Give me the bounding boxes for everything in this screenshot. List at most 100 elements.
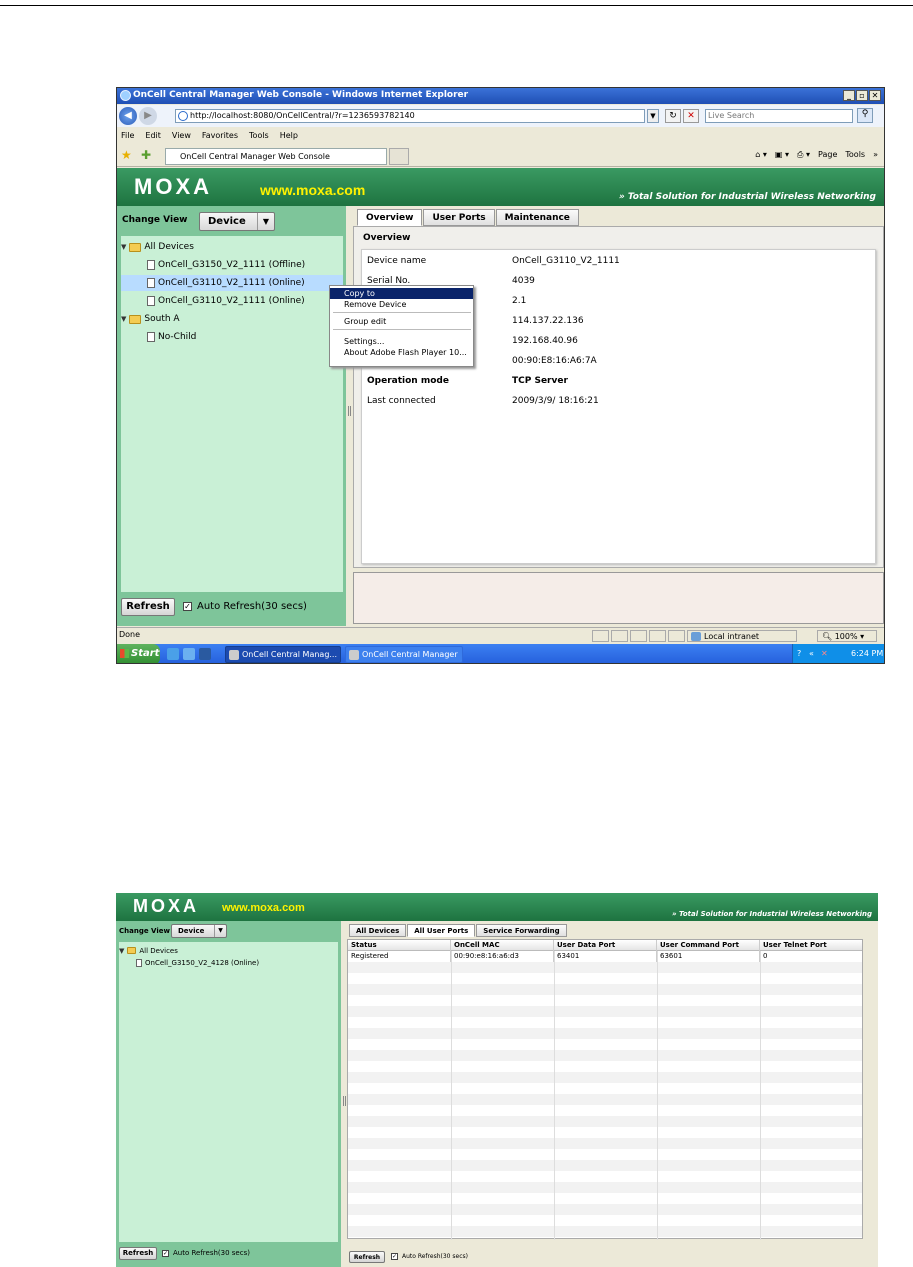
- help-icon[interactable]: ?: [797, 649, 801, 658]
- page-menu[interactable]: Page: [818, 150, 837, 160]
- app-quicklaunch-icon[interactable]: [199, 648, 211, 660]
- tree-folder-south-a[interactable]: ▼ South A: [121, 311, 180, 327]
- column-header-command-port[interactable]: User Command Port: [657, 940, 760, 951]
- column-header-telnet-port[interactable]: User Telnet Port: [760, 940, 864, 951]
- detail-key: Operation mode: [367, 376, 449, 386]
- tab-user-ports[interactable]: User Ports: [423, 209, 495, 226]
- pane-splitter[interactable]: [346, 206, 353, 626]
- tree-folder-all-devices[interactable]: ▼ All Devices: [119, 945, 178, 956]
- feeds-icon[interactable]: ▣ ▾: [775, 150, 789, 160]
- ie-window-screenshot: OnCell Central Manager Web Console - Win…: [116, 87, 885, 664]
- menu-help[interactable]: Help: [280, 131, 298, 144]
- auto-refresh-label: Auto Refresh(30 secs): [402, 1253, 468, 1260]
- chevron-right-icon[interactable]: »: [873, 150, 878, 160]
- zone-indicator: Local intranet: [687, 630, 797, 642]
- expand-icon[interactable]: ▼: [121, 243, 126, 251]
- view-select[interactable]: Device ▼: [199, 212, 275, 231]
- right-pane: All Devices All User Ports Service Forwa…: [347, 921, 878, 1267]
- new-tab-button[interactable]: [389, 148, 409, 165]
- left-pane: Change View Device ▼ ▼ All Devices OnCel…: [116, 921, 341, 1267]
- empty-table-row: [348, 1193, 862, 1204]
- address-dropdown-button[interactable]: ▼: [647, 109, 659, 123]
- refresh-button[interactable]: Refresh: [121, 598, 175, 616]
- tools-menu[interactable]: Tools: [845, 150, 865, 160]
- folder-icon: [129, 242, 142, 252]
- favorites-star-icon[interactable]: ★: [121, 148, 132, 162]
- auto-refresh-checkbox[interactable]: ✓: [162, 1250, 169, 1257]
- empty-table-row: [348, 1149, 862, 1160]
- expand-icon[interactable]: ▼: [119, 947, 124, 955]
- tab-maintenance[interactable]: Maintenance: [495, 209, 579, 226]
- menu-item-about-flash[interactable]: About Adobe Flash Player 10...: [330, 347, 473, 358]
- refresh-button[interactable]: Refresh: [119, 1247, 157, 1260]
- auto-refresh-checkbox[interactable]: ✓: [391, 1253, 398, 1260]
- empty-table-row: [348, 1017, 862, 1028]
- add-favorite-icon[interactable]: ✚: [141, 148, 151, 162]
- device-icon: [147, 296, 155, 306]
- zoom-control[interactable]: 🔍︎ 100% ▾: [817, 630, 877, 642]
- start-button[interactable]: Start: [117, 644, 160, 663]
- address-bar[interactable]: http://localhost:8080/OnCellCentral/?r=1…: [175, 109, 645, 123]
- app-icon: [349, 650, 359, 660]
- overview-panel: Overview Device name OnCell_G3110_V2_111…: [353, 226, 884, 568]
- device-icon: [147, 260, 155, 270]
- close-button[interactable]: ✕: [869, 90, 881, 101]
- table-row[interactable]: Registered 00:90:e8:16:a6:d3 63401 63601…: [348, 951, 862, 962]
- detail-value: 2.1: [512, 296, 527, 306]
- refresh-page-icon[interactable]: ↻: [665, 109, 681, 123]
- tree-item-device[interactable]: OnCell_G3150_V2_4128 (Online): [136, 957, 259, 968]
- back-button[interactable]: ◀: [119, 107, 137, 125]
- tree-folder-all-devices[interactable]: ▼ All Devices: [121, 239, 194, 255]
- column-header-status[interactable]: Status: [348, 940, 451, 951]
- tab-overview[interactable]: Overview: [357, 209, 423, 226]
- tray-expand-icon[interactable]: «: [809, 649, 814, 658]
- zoom-icon: 🔍︎: [822, 632, 833, 641]
- empty-table-row: [348, 1127, 862, 1138]
- tab-all-devices[interactable]: All Devices: [349, 924, 407, 937]
- live-search-input[interactable]: Live Search: [705, 109, 853, 123]
- taskbar-item-active[interactable]: OnCell Central Manag...: [225, 646, 341, 663]
- menu-view[interactable]: View: [172, 131, 191, 144]
- tab-all-user-ports[interactable]: All User Ports: [407, 924, 476, 937]
- refresh-button[interactable]: Refresh: [349, 1251, 385, 1263]
- stop-icon[interactable]: ✕: [683, 109, 699, 123]
- column-header-data-port[interactable]: User Data Port: [554, 940, 657, 951]
- auto-refresh-checkbox[interactable]: ✓: [183, 602, 192, 611]
- status-bar: Done Local intranet 🔍︎ 100% ▾: [117, 627, 884, 643]
- column-header-mac[interactable]: OnCell MAC: [451, 940, 554, 951]
- taskbar-item[interactable]: OnCell Central Manager: [345, 646, 463, 663]
- tree-item-device-selected[interactable]: OnCell_G3110_V2_1111 (Online): [121, 275, 343, 291]
- menu-file[interactable]: File: [121, 131, 134, 144]
- tree-item-device[interactable]: OnCell_G3150_V2_1111 (Offline): [147, 257, 305, 273]
- minimize-button[interactable]: _: [843, 90, 855, 101]
- print-icon[interactable]: ⎙ ▾: [797, 150, 810, 160]
- maximize-button[interactable]: ▫: [856, 90, 868, 101]
- menu-item-copy-to[interactable]: Copy to: [330, 288, 473, 299]
- device-tree: ▼ All Devices OnCell_G3150_V2_1111 (Offl…: [121, 236, 343, 592]
- search-icon[interactable]: ⚲: [857, 108, 873, 123]
- menu-edit[interactable]: Edit: [145, 131, 161, 144]
- empty-table-row: [348, 962, 862, 973]
- menu-favorites[interactable]: Favorites: [202, 131, 238, 144]
- detail-value: 00:90:E8:16:A6:7A: [512, 356, 597, 366]
- tree-item-device[interactable]: OnCell_G3110_V2_1111 (Online): [147, 293, 305, 309]
- view-select[interactable]: Device ▼: [171, 924, 227, 938]
- forward-button[interactable]: ▶: [139, 107, 157, 125]
- detail-key: Device name: [367, 256, 427, 266]
- network-icon[interactable]: ✕: [821, 649, 828, 658]
- empty-table-row: [348, 1226, 862, 1237]
- browser-tab[interactable]: OnCell Central Manager Web Console: [165, 148, 387, 165]
- ie-quicklaunch-icon[interactable]: [167, 648, 179, 660]
- chevron-down-icon: ▼: [214, 925, 226, 937]
- menu-tools[interactable]: Tools: [249, 131, 269, 144]
- tree-item-no-child[interactable]: No-Child: [147, 329, 196, 345]
- moxa-logo: MOXA: [133, 896, 199, 916]
- menu-item-remove-device[interactable]: Remove Device: [330, 299, 473, 310]
- menu-item-settings[interactable]: Settings...: [330, 336, 473, 347]
- ie-quicklaunch-icon-2[interactable]: [183, 648, 195, 660]
- tab-service-forwarding[interactable]: Service Forwarding: [476, 924, 567, 937]
- expand-icon[interactable]: ▼: [121, 315, 126, 323]
- home-icon[interactable]: ⌂ ▾: [755, 150, 767, 160]
- menu-item-group-edit[interactable]: Group edit: [330, 316, 473, 327]
- menu-bar: File Edit View Favorites Tools Help: [117, 128, 884, 144]
